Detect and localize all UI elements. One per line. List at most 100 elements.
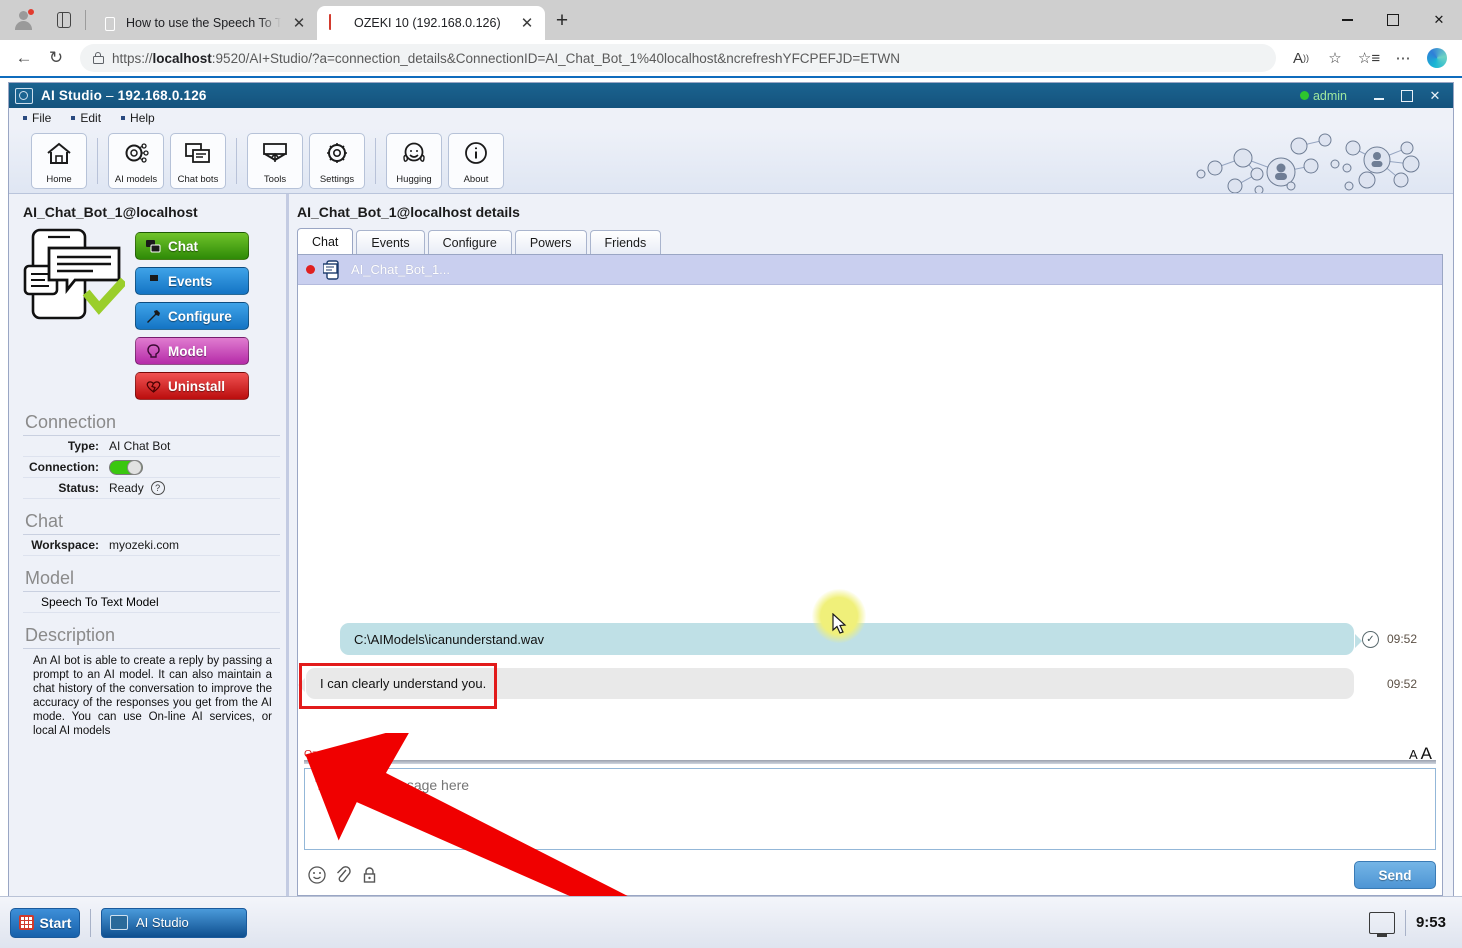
- connection-section: Connection Type: AI Chat Bot Connection:…: [23, 412, 280, 499]
- profile-avatar[interactable]: [0, 0, 46, 40]
- title-dash: –: [102, 88, 118, 103]
- connection-toggle-value: [109, 459, 143, 475]
- toolbar-group-3: Hugging About: [376, 132, 514, 189]
- toolbar-button-hugging[interactable]: Hugging: [386, 132, 442, 189]
- reload-icon[interactable]: ↻: [40, 42, 72, 74]
- menu-file-label: File: [32, 111, 52, 125]
- connection-status-row: Status: Ready ?: [23, 478, 280, 499]
- close-icon[interactable]: ✕: [289, 13, 309, 33]
- taskbar-item-label: AI Studio: [136, 915, 189, 930]
- taskbar-clock[interactable]: 9:53: [1416, 914, 1446, 931]
- toolbar-button-ai-models[interactable]: AI models: [108, 132, 164, 189]
- read-aloud-icon[interactable]: A)): [1284, 42, 1318, 74]
- events-button[interactable]: Events: [135, 267, 249, 295]
- emoji-icon[interactable]: [304, 862, 330, 888]
- tab-powers-label: Powers: [529, 235, 572, 250]
- connection-toggle-row: Connection:: [23, 457, 280, 478]
- workspace-value: myozeki.com: [109, 538, 180, 552]
- tab-chat[interactable]: Chat: [297, 228, 354, 254]
- chat-button[interactable]: Chat: [135, 232, 249, 260]
- send-button[interactable]: Send: [1354, 861, 1436, 889]
- bullet-icon: [71, 116, 76, 120]
- attachment-icon[interactable]: [330, 862, 356, 888]
- toolbar-button-chat-bots[interactable]: Chat bots: [170, 132, 226, 189]
- workspace-row: Workspace: myozeki.com: [23, 535, 280, 556]
- ozeki-app-icon: [110, 915, 128, 930]
- chat-table: Workspace: myozeki.com: [23, 534, 280, 556]
- admin-user-label[interactable]: admin: [1313, 89, 1347, 103]
- copilot-icon[interactable]: [1420, 42, 1454, 74]
- favorite-star-icon[interactable]: ☆: [1318, 42, 1352, 74]
- toolbar-button-home-label: Home: [46, 173, 72, 185]
- tab-configure[interactable]: Configure: [427, 230, 512, 254]
- menu-file[interactable]: File: [23, 111, 51, 125]
- new-tab-button[interactable]: +: [545, 4, 579, 38]
- offline-status-dot: [306, 265, 315, 274]
- browser-maximize-button[interactable]: [1370, 0, 1416, 40]
- chat-section: Chat Workspace: myozeki.com: [23, 511, 280, 556]
- toolbar-button-tools[interactable]: Tools: [247, 132, 303, 189]
- address-bar[interactable]: https://localhost:9520/AI+Studio/?a=conn…: [80, 44, 1276, 72]
- message-meta-0: ✓ 09:52: [1354, 630, 1442, 648]
- connection-type-key: Type:: [67, 439, 99, 453]
- menu-edit-label: Edit: [80, 111, 102, 125]
- toolbar-button-about[interactable]: About: [448, 132, 504, 189]
- compose-area: [298, 764, 1442, 855]
- browser-minimize-button[interactable]: [1324, 0, 1370, 40]
- browser-close-button[interactable]: ✕: [1416, 0, 1462, 40]
- hugging-face-icon: [387, 134, 441, 172]
- back-icon[interactable]: ←: [8, 42, 40, 74]
- chat-heading: Chat: [25, 511, 64, 531]
- menu-help[interactable]: Help: [121, 111, 155, 125]
- tab-powers[interactable]: Powers: [514, 230, 587, 254]
- toolbar-group-0: Home: [21, 132, 97, 189]
- uninstall-button[interactable]: Uninstall: [135, 372, 249, 400]
- lock-icon[interactable]: [356, 862, 382, 888]
- toolbar-button-home[interactable]: Home: [31, 132, 87, 189]
- tab-friends[interactable]: Friends: [589, 230, 662, 254]
- divider: [1404, 909, 1406, 936]
- message-list: C:\AIModels\icanunderstand.wav ✓ 09:52 I…: [298, 285, 1442, 747]
- show-desktop-icon[interactable]: [1368, 911, 1395, 937]
- app-close-button[interactable]: ✕: [1423, 85, 1447, 107]
- configure-button[interactable]: Configure: [135, 302, 249, 330]
- ozeki-app-window: AI Studio – 192.168.0.126 admin ✕ File E…: [8, 82, 1454, 903]
- tab-events[interactable]: Events: [356, 230, 425, 254]
- close-icon[interactable]: ✕: [517, 13, 537, 33]
- taskbar: Start AI Studio 9:53: [0, 896, 1462, 948]
- left-detail-panel: AI_Chat_Bot_1@localhost Chat Events Conf…: [9, 194, 289, 896]
- connection-toggle[interactable]: [109, 459, 143, 475]
- chat-tab-content: AI_Chat_Bot_1... C:\AIModels\icanunderst…: [297, 254, 1443, 896]
- start-button[interactable]: Start: [10, 907, 80, 938]
- toolbar-button-settings[interactable]: Settings: [309, 132, 365, 189]
- mouse-cursor-icon: [832, 613, 847, 634]
- more-options-icon[interactable]: ⋯: [1386, 42, 1420, 74]
- tab-search-icon[interactable]: [46, 0, 82, 40]
- toolbar-button-hugging-label: Hugging: [396, 173, 432, 185]
- toolbar-button-settings-label: Settings: [319, 173, 355, 185]
- message-text: I can clearly understand you.: [320, 676, 487, 691]
- menu-help-label: Help: [130, 111, 155, 125]
- model-button[interactable]: Model: [135, 337, 249, 365]
- message-time: 09:52: [1387, 676, 1418, 691]
- app-maximize-button[interactable]: [1395, 85, 1419, 107]
- browser-window-controls: ✕: [1324, 0, 1462, 40]
- connection-heading: Connection: [25, 412, 117, 432]
- menu-edit[interactable]: Edit: [71, 111, 101, 125]
- font-size-large[interactable]: A: [1421, 744, 1432, 764]
- browser-tab-0[interactable]: How to use the Speech To Text m ✕: [89, 6, 317, 40]
- taskbar-item-ai-studio[interactable]: AI Studio: [101, 907, 247, 938]
- app-minimize-button[interactable]: [1367, 85, 1391, 107]
- collections-icon[interactable]: ☆≡: [1352, 42, 1386, 74]
- message-input[interactable]: [304, 768, 1436, 850]
- browser-tab-1[interactable]: OZEKI 10 (192.168.0.126) ✕: [317, 6, 545, 40]
- connection-type-value: AI Chat Bot: [109, 439, 171, 453]
- font-size-small[interactable]: A: [1409, 747, 1418, 762]
- help-icon[interactable]: ?: [150, 481, 165, 495]
- sender-label: Ozeki: [304, 748, 331, 760]
- conversation-header[interactable]: AI_Chat_Bot_1...: [298, 255, 1442, 285]
- compose-toolbar: Send: [298, 855, 1442, 895]
- model-value[interactable]: Speech To Text Model: [23, 591, 280, 613]
- font-size-control[interactable]: A A: [1409, 744, 1432, 764]
- tab-chat-label: Chat: [312, 234, 339, 249]
